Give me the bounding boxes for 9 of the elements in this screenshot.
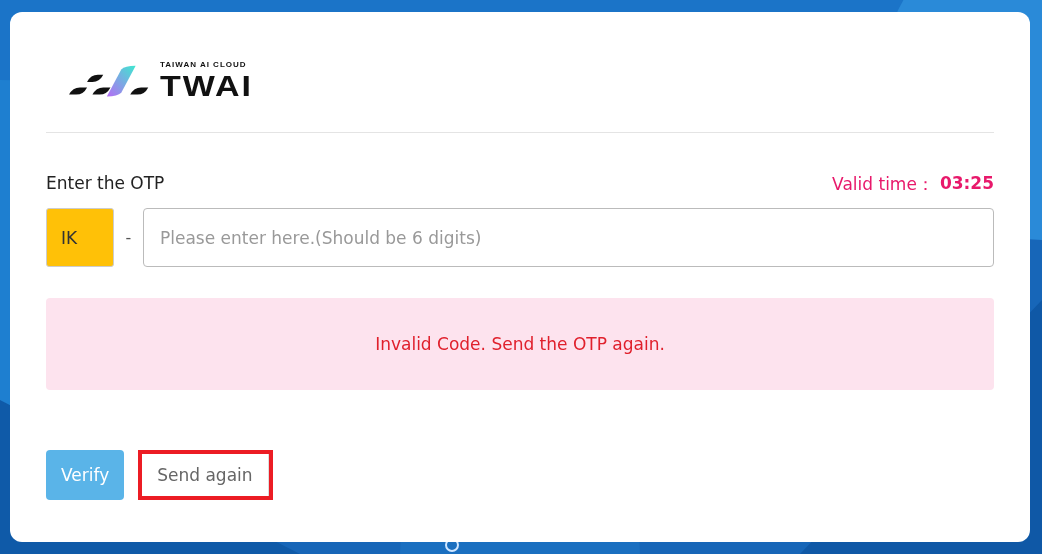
otp-prefix: IK xyxy=(46,208,114,267)
separator: - xyxy=(124,228,133,247)
valid-time-label: Valid time： xyxy=(832,173,934,196)
valid-time: 03:25 xyxy=(939,173,994,195)
logo-tagline: TAIWAN AI CLOUD xyxy=(160,61,248,69)
error-message: Invalid Code. Send the OTP again. xyxy=(375,334,665,354)
logo-wordmark: TWAI xyxy=(160,71,253,101)
otp-label: Enter the OTP xyxy=(46,173,165,195)
otp-input-field[interactable]: Please enter here.(Should be 6 digits) xyxy=(143,208,994,267)
